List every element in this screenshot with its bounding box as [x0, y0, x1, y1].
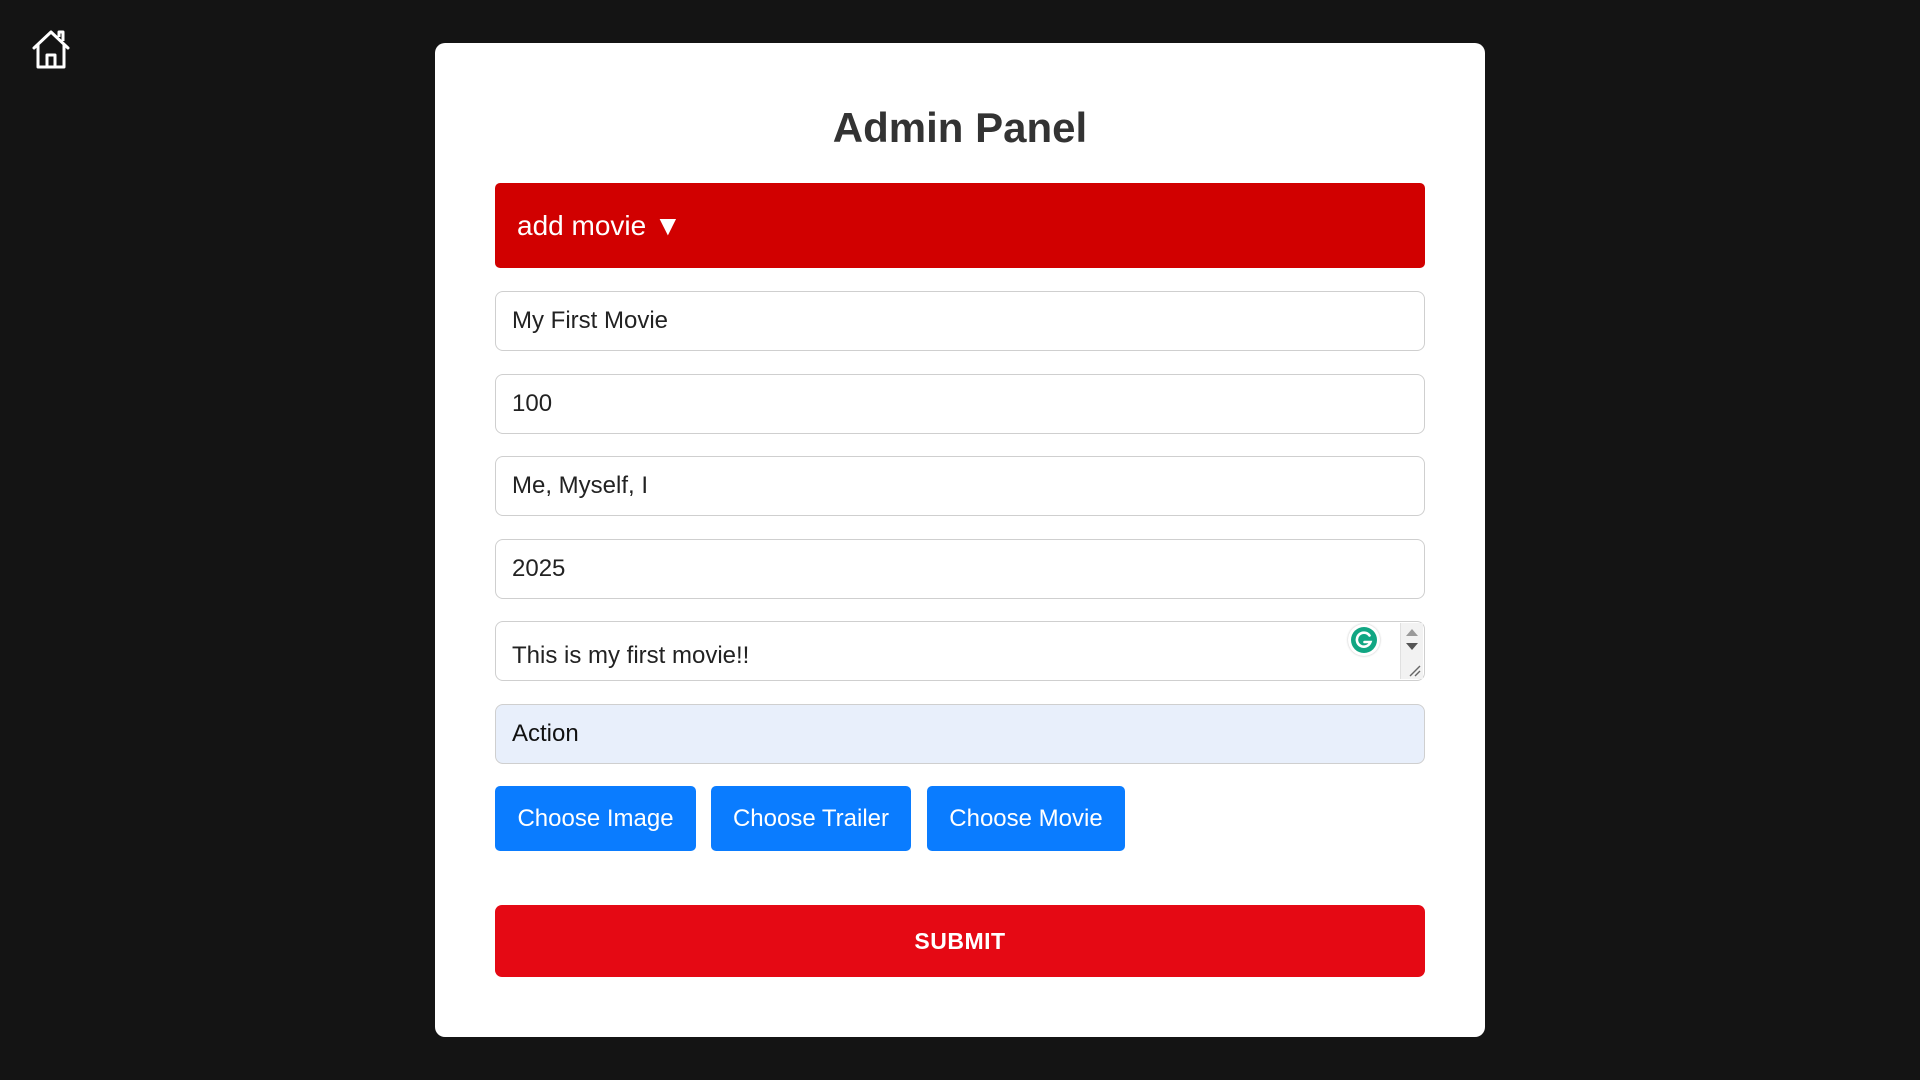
submit-button[interactable]: SUBMIT	[495, 905, 1425, 977]
duration-input[interactable]: 100	[495, 374, 1425, 434]
scroll-up-icon[interactable]	[1406, 629, 1418, 636]
resize-handle-icon[interactable]	[1407, 663, 1421, 677]
description-text: This is my first movie!!	[512, 642, 750, 669]
textarea-scrollbar[interactable]	[1400, 623, 1423, 679]
description-textarea[interactable]: This is my first movie!!	[495, 621, 1425, 681]
home-link[interactable]	[28, 26, 74, 72]
choose-trailer-button[interactable]: Choose Trailer	[711, 786, 911, 851]
add-movie-toggle[interactable]: add movie ▼	[495, 183, 1425, 268]
movie-title-input[interactable]: My First Movie	[495, 291, 1425, 351]
page-title: Admin Panel	[832, 104, 1088, 151]
genre-select[interactable]: Action	[495, 704, 1425, 764]
choose-movie-button[interactable]: Choose Movie	[927, 786, 1125, 851]
year-input[interactable]: 2025	[495, 539, 1425, 599]
director-input[interactable]: Me, Myself, I	[495, 456, 1425, 516]
grammarly-icon[interactable]	[1348, 624, 1380, 656]
scroll-down-icon[interactable]	[1406, 643, 1418, 650]
choose-image-button[interactable]: Choose Image	[495, 786, 696, 851]
admin-panel: Admin Panel add movie ▼ My First Movie 1…	[435, 43, 1485, 1037]
home-icon	[28, 26, 74, 72]
